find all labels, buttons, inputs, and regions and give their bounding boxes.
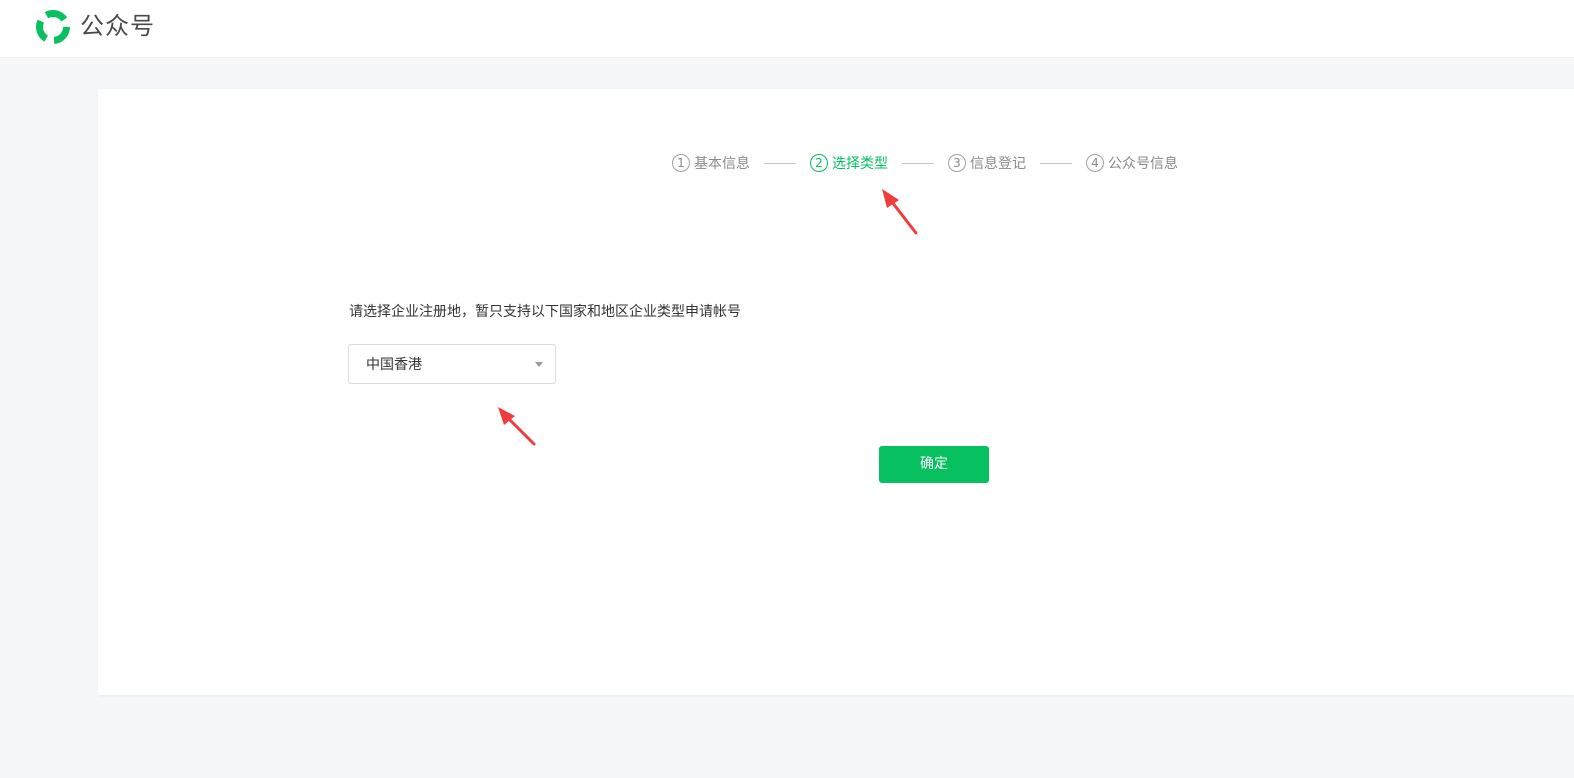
- step-3-number: 3: [948, 154, 966, 172]
- step-1-label: 基本信息: [694, 156, 750, 172]
- step-2: 2 选择类型: [810, 153, 888, 173]
- step-1: 1 基本信息: [672, 153, 750, 173]
- step-divider: [1040, 162, 1072, 164]
- wechat-official-account-logo-icon[interactable]: [35, 9, 71, 45]
- step-4: 4 公众号信息: [1086, 153, 1178, 173]
- region-prompt: 请选择企业注册地，暂只支持以下国家和地区企业类型申请帐号: [349, 304, 741, 320]
- step-divider: [902, 162, 934, 164]
- app-title[interactable]: 公众号: [80, 9, 155, 43]
- step-indicator: 1 基本信息 2 选择类型 3 信息登记 4 公众号信息: [672, 152, 1178, 174]
- content-card: [98, 89, 1574, 695]
- caret-down-icon: [535, 362, 543, 367]
- step-divider: [764, 162, 796, 164]
- step-2-label: 选择类型: [832, 156, 888, 172]
- annotation-arrow-select-icon: [498, 407, 536, 446]
- annotation-arrow-step-icon: [882, 189, 918, 235]
- step-3: 3 信息登记: [948, 153, 1026, 173]
- step-2-number: 2: [810, 154, 828, 172]
- region-select[interactable]: 中国香港: [348, 344, 556, 384]
- step-4-number: 4: [1086, 154, 1104, 172]
- top-header: 公众号: [0, 0, 1574, 58]
- step-1-number: 1: [672, 154, 690, 172]
- region-select-value: 中国香港: [366, 357, 422, 373]
- step-3-label: 信息登记: [970, 156, 1026, 172]
- confirm-button[interactable]: 确定: [879, 446, 989, 483]
- step-4-label: 公众号信息: [1108, 156, 1178, 172]
